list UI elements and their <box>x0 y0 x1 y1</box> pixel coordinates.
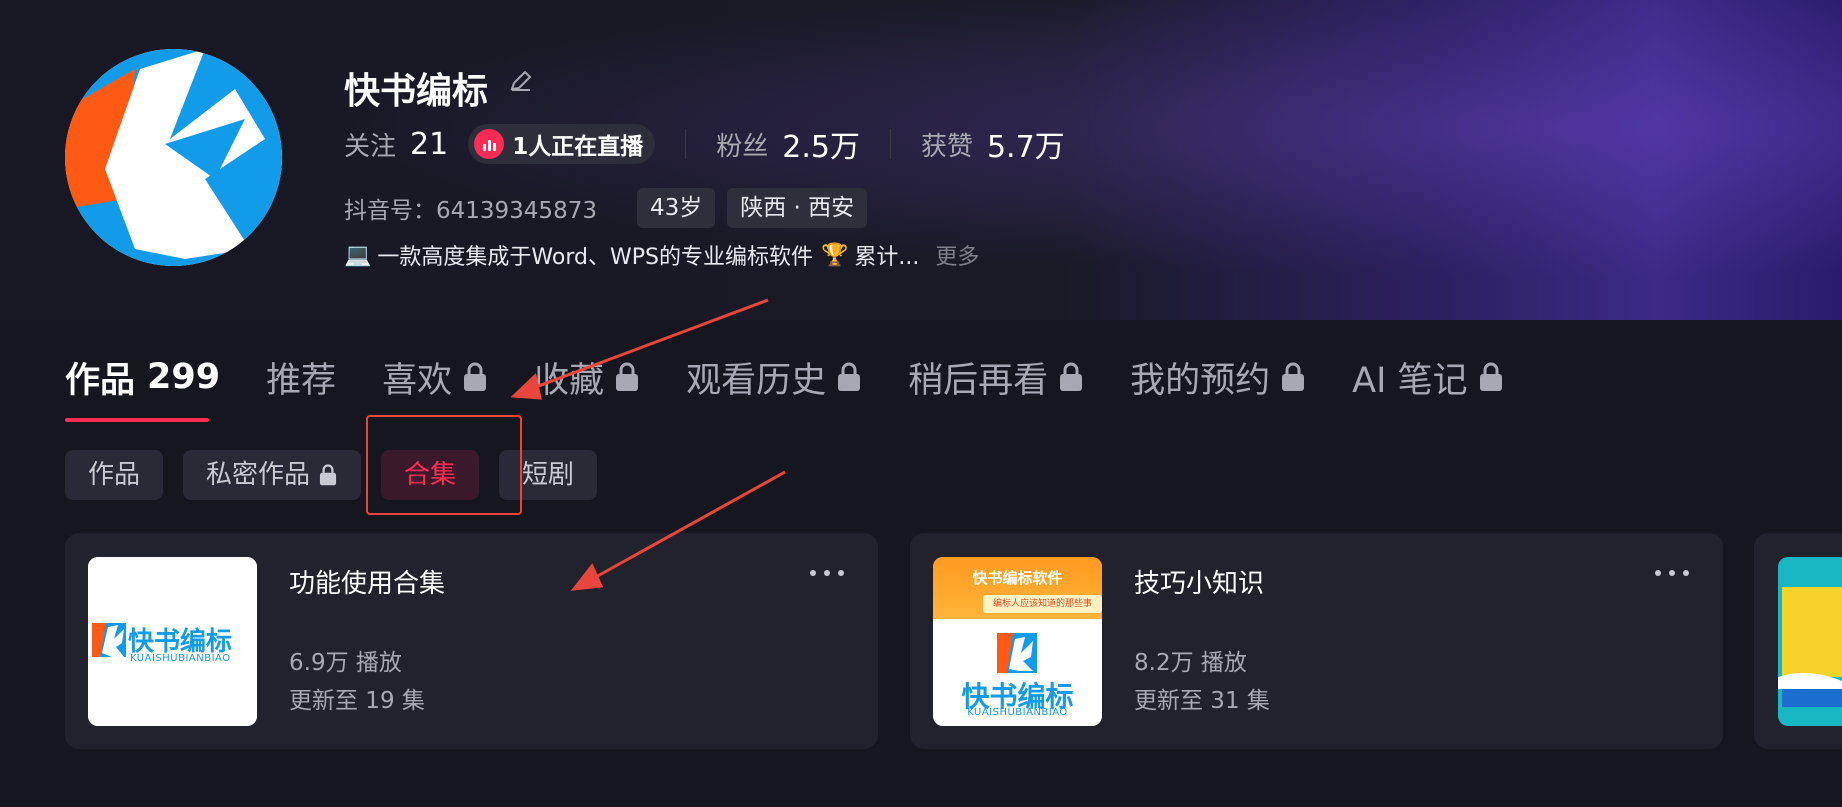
thumb-banner-text: 编标人应该知道的那些事 <box>983 595 1102 613</box>
more-options-icon[interactable] <box>810 563 844 583</box>
active-tab-indicator <box>65 418 209 422</box>
douyin-id: 抖音号：64139345873 <box>344 198 597 224</box>
edit-name-icon[interactable] <box>508 68 534 94</box>
collection-thumbnail: 快书编标软件 编标人应该知道的那些事 快书编标 KUAISHUBIANBIAO <box>933 557 1102 726</box>
fans-count[interactable]: 2.5万 <box>782 122 860 166</box>
collection-thumbnail <box>1778 557 1842 726</box>
collection-updates: 更新至 19 集 <box>289 688 425 714</box>
profile-info: 抖音号：64139345873 43岁 陕西 · 西安 <box>344 188 868 228</box>
collection-plays: 8.2万 播放 <box>1134 650 1247 676</box>
live-badge[interactable]: 1人正在直播 <box>468 124 656 164</box>
live-text: 1人正在直播 <box>512 134 644 160</box>
tab-label: 稍后再看 <box>908 360 1049 401</box>
tab-watch-later[interactable]: 稍后再看 <box>908 352 1084 403</box>
subtab-works[interactable]: 作品 <box>65 450 164 500</box>
collection-title[interactable]: 技巧小知识 <box>1134 563 1264 600</box>
lock-icon <box>838 362 861 391</box>
bio-tail: 累计... <box>854 245 920 270</box>
more-options-icon[interactable] <box>1655 563 1689 583</box>
trophy-icon: 🏆 <box>820 242 849 268</box>
bio-more-link[interactable]: 更多 <box>935 239 979 271</box>
lock-icon <box>1479 362 1502 391</box>
collection-thumbnail: 快书编标 KUAISHUBIANBIAO <box>88 557 257 726</box>
profile-name: 快书编标 <box>344 71 489 112</box>
collection-title[interactable]: 功能使用合集 <box>289 563 445 600</box>
tab-works[interactable]: 作品 299 <box>65 352 220 403</box>
subtab-private-works[interactable]: 私密作品 <box>183 450 362 500</box>
tab-likes[interactable]: 喜欢 <box>382 352 488 403</box>
cover-image <box>1778 557 1842 726</box>
tab-label: 喜欢 <box>382 360 453 401</box>
subtab-label: 短剧 <box>522 460 575 490</box>
fans-label: 粉丝 <box>716 131 769 162</box>
divider <box>685 129 687 159</box>
follow-label: 关注 <box>344 131 397 162</box>
profile-stats: 关注 21 1人正在直播 粉丝 2.5万 获赞 5.7万 <box>344 122 1065 166</box>
tab-label: 收藏 <box>534 360 605 401</box>
tab-history[interactable]: 观看历史 <box>686 352 862 403</box>
age-tag: 43岁 <box>636 188 716 228</box>
follow-count[interactable]: 21 <box>410 127 448 162</box>
live-icon <box>474 129 505 159</box>
subtab-label: 私密作品 <box>206 460 311 490</box>
tab-label: AI 笔记 <box>1352 360 1468 401</box>
tab-label: 推荐 <box>266 360 337 401</box>
tab-label: 观看历史 <box>686 360 827 401</box>
tab-count: 299 <box>147 357 221 397</box>
tab-label: 作品 <box>65 360 136 401</box>
lock-icon <box>1282 362 1305 391</box>
profile-bio: 💻 一款高度集成于Word、WPS的专业编标软件 🏆 累计... 更多 <box>344 239 979 271</box>
location-tag: 陕西 · 西安 <box>727 188 868 228</box>
subtab-label: 作品 <box>88 460 141 490</box>
tab-favorites[interactable]: 收藏 <box>534 352 640 403</box>
laptop-icon: 💻 <box>344 242 372 268</box>
tab-recommend[interactable]: 推荐 <box>266 352 336 403</box>
lock-icon <box>1060 362 1083 391</box>
tab-reservations[interactable]: 我的预约 <box>1130 352 1306 403</box>
tab-label: 我的预约 <box>1130 360 1271 401</box>
lock-icon <box>616 362 639 391</box>
likes-label: 获赞 <box>920 131 973 162</box>
bio-text: 一款高度集成于Word、WPS的专业编标软件 <box>377 245 813 270</box>
tab-ai-notes[interactable]: AI 笔记 <box>1352 352 1503 403</box>
brand-logo-icon <box>997 633 1037 673</box>
profile-tabs: 作品 299 推荐 喜欢 收藏 观看历史 稍后再看 我的预约 AI 笔记 <box>65 352 1550 402</box>
brand-logo-icon <box>65 49 282 266</box>
collection-updates: 更新至 31 集 <box>1134 688 1270 714</box>
thumb-header-text: 快书编标软件 <box>972 569 1063 587</box>
sub-tabs: 作品 私密作品 合集 短剧 <box>65 450 617 500</box>
lock-icon <box>464 362 487 391</box>
collection-card[interactable]: 快书编标 KUAISHUBIANBIAO 功能使用合集 6.9万 播放 更新至 … <box>65 533 878 749</box>
collection-card[interactable]: 快书编标软件 编标人应该知道的那些事 快书编标 KUAISHUBIANBIAO … <box>910 533 1723 749</box>
thumb-sub-text: KUAISHUBIANBIAO <box>967 707 1068 718</box>
likes-count: 5.7万 <box>986 130 1065 165</box>
divider <box>889 129 891 159</box>
annotation-highlight-box <box>366 415 522 515</box>
avatar[interactable] <box>65 49 282 266</box>
collection-plays: 6.9万 播放 <box>289 650 402 676</box>
lock-icon <box>319 464 337 486</box>
thumb-sub-text: KUAISHUBIANBIAO <box>130 653 231 664</box>
